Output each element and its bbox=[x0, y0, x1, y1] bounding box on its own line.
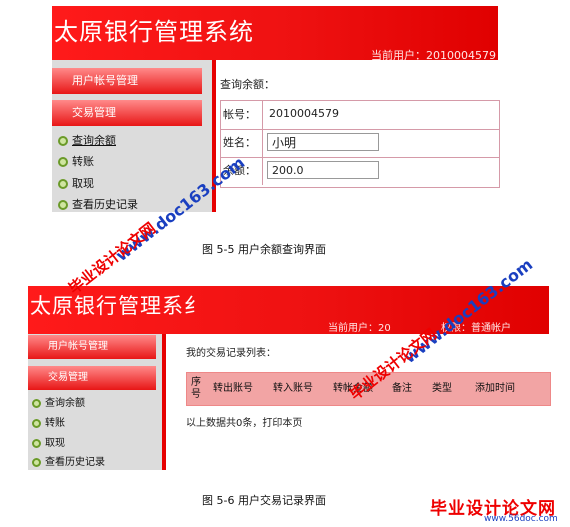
column-header-type: 类型 bbox=[432, 383, 452, 394]
menu-account-management[interactable]: 用户帐号管理 bbox=[52, 68, 202, 94]
name-field[interactable]: 小明 bbox=[267, 133, 379, 151]
bullet-icon bbox=[58, 157, 68, 167]
column-header-to-account: 转入账号 bbox=[273, 383, 313, 394]
sidebar-item-withdraw[interactable]: 取现 bbox=[58, 175, 94, 191]
header-banner: 太原银行管理系统 当前用户：2010004579 bbox=[52, 6, 498, 62]
name-label: 姓名： bbox=[221, 129, 263, 157]
records-footer[interactable]: 以上数据共0条，打印本页 bbox=[186, 414, 302, 429]
sidebar-item-transfer[interactable]: 转账 bbox=[32, 414, 65, 429]
sidebar-item-label: 转账 bbox=[72, 155, 94, 168]
sidebar-item-label: 查看历史记录 bbox=[45, 457, 105, 468]
sidebar-item-label: 取现 bbox=[45, 438, 65, 449]
sidebar-item-label: 查询余额 bbox=[72, 134, 116, 147]
bullet-icon bbox=[32, 398, 41, 408]
app-title: 太原银行管理系统 bbox=[54, 18, 254, 46]
sidebar-item-query-balance[interactable]: 查询余额 bbox=[58, 132, 116, 148]
balance-form: 帐号： 2010004579 姓名： 小明 余额： 200.0 bbox=[220, 100, 500, 188]
query-balance-label: 查询余额： bbox=[220, 78, 275, 91]
sidebar-item-withdraw[interactable]: 取现 bbox=[32, 434, 65, 449]
menu-transaction-management[interactable]: 交易管理 bbox=[28, 366, 156, 390]
app-title: 太原银行管理系纟 bbox=[30, 294, 206, 318]
bullet-icon bbox=[32, 438, 41, 448]
sidebar-item-label: 查询余额 bbox=[45, 398, 85, 409]
bullet-icon bbox=[58, 179, 68, 189]
main-content: 查询余额： 帐号： 2010004579 姓名： 小明 余额： 200.0 bbox=[216, 60, 500, 212]
caption-figure-5-5: 图 5-5 用户余额查询界面 bbox=[202, 243, 326, 256]
name-row: 姓名： 小明 bbox=[221, 129, 499, 158]
menu-transaction-management[interactable]: 交易管理 bbox=[52, 100, 202, 126]
current-user: 当前用户：20 bbox=[328, 323, 391, 334]
menu-account-management[interactable]: 用户帐号管理 bbox=[28, 335, 156, 359]
sidebar-item-transfer[interactable]: 转账 bbox=[58, 153, 94, 169]
bullet-icon bbox=[32, 457, 41, 467]
bullet-icon bbox=[58, 136, 68, 146]
transaction-list-label: 我的交易记录列表： bbox=[186, 348, 276, 359]
account-label: 帐号： bbox=[221, 101, 263, 129]
sidebar-item-label: 取现 bbox=[72, 177, 94, 190]
account-row: 帐号： 2010004579 bbox=[221, 101, 499, 130]
sidebar-item-history[interactable]: 查看历史记录 bbox=[32, 453, 105, 468]
sidebar-item-label: 转账 bbox=[45, 418, 65, 429]
account-value: 2010004579 bbox=[267, 105, 499, 123]
column-header-added-time: 添加时间 bbox=[475, 383, 515, 394]
site-logo-url: www.56doc.com bbox=[484, 514, 558, 524]
screenshot-balance-query: 太原银行管理系统 当前用户：2010004579 用户帐号管理 交易管理 查询余… bbox=[52, 6, 500, 212]
column-header-from-account: 转出账号 bbox=[213, 383, 253, 394]
column-header-seq: 序号 bbox=[191, 377, 201, 400]
bullet-icon bbox=[58, 200, 68, 210]
balance-row: 余额： 200.0 bbox=[221, 157, 499, 185]
sidebar-item-query-balance[interactable]: 查询余额 bbox=[32, 394, 85, 409]
sidebar-item-label: 查看历史记录 bbox=[72, 198, 138, 211]
balance-field[interactable]: 200.0 bbox=[267, 161, 379, 179]
bullet-icon bbox=[32, 418, 41, 428]
caption-figure-5-6: 图 5-6 用户交易记录界面 bbox=[202, 494, 326, 507]
sidebar-item-history[interactable]: 查看历史记录 bbox=[58, 196, 138, 212]
